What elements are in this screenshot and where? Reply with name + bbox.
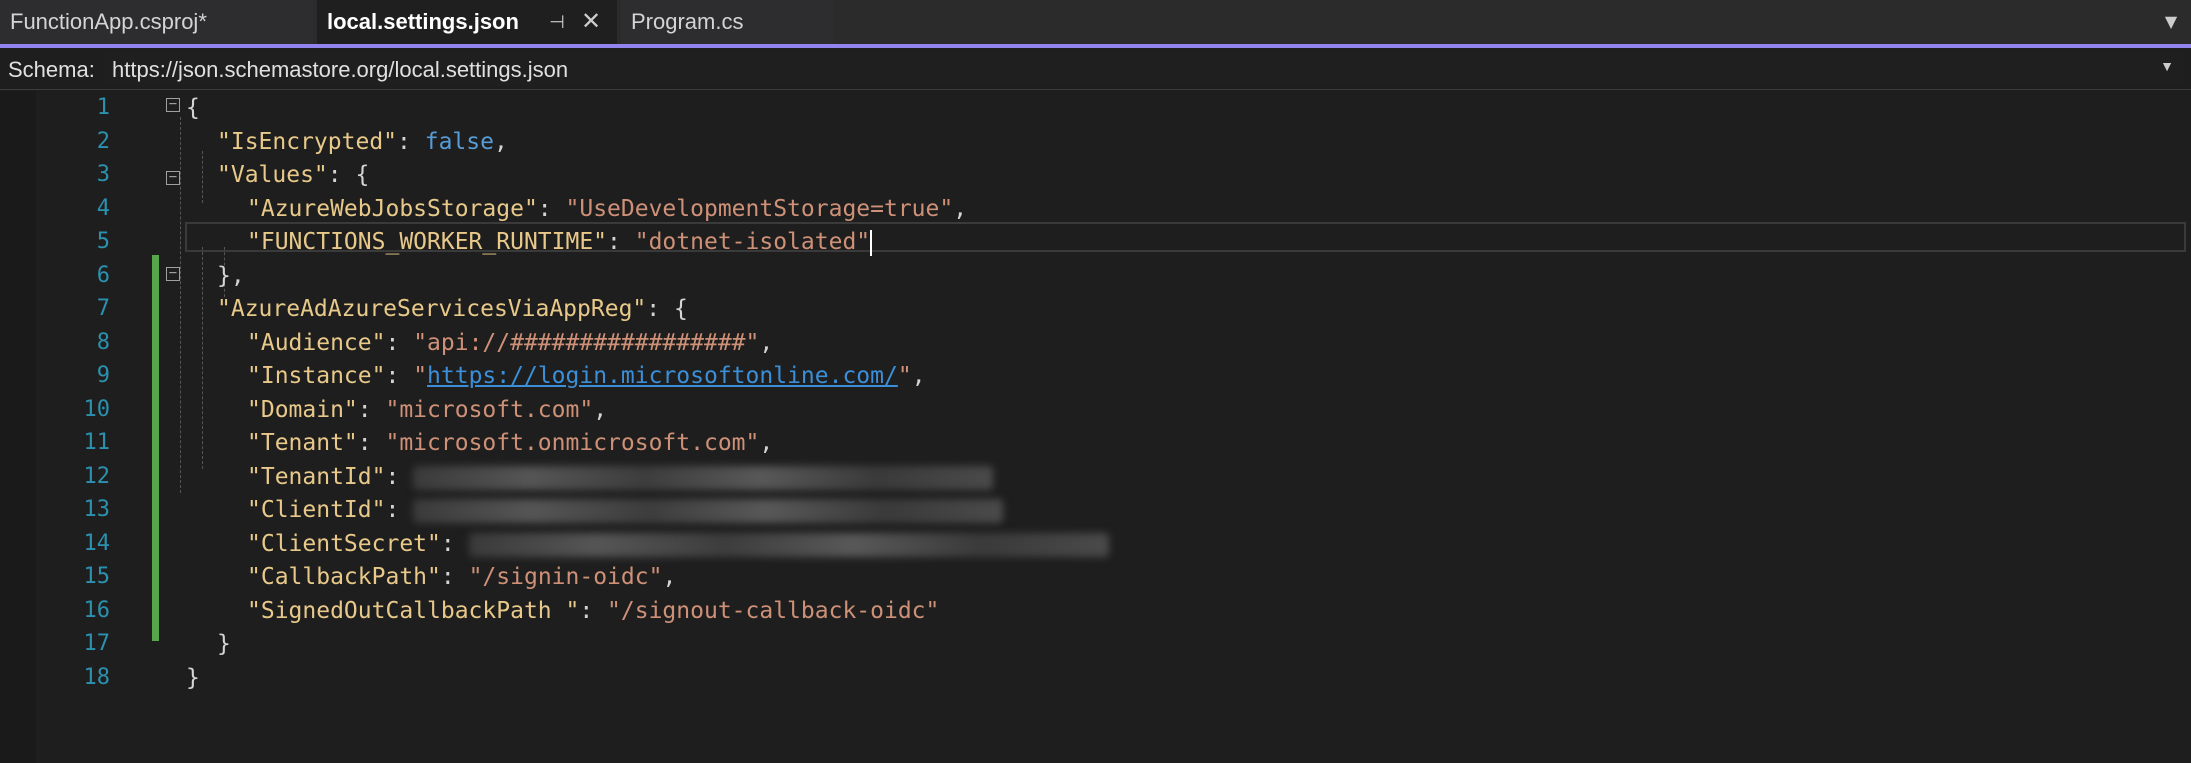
schema-bar: Schema: https://json.schemastore.org/loc…	[0, 48, 2191, 90]
line-number: 15	[83, 564, 111, 589]
json-string: "api://#################"	[413, 330, 760, 356]
close-icon[interactable]: ✕	[579, 10, 603, 34]
json-key: "Tenant"	[247, 430, 358, 456]
pin-icon[interactable]: ⊣	[547, 12, 567, 32]
tab-functionapp-csproj[interactable]: FunctionApp.csproj*	[0, 0, 313, 44]
line-number: 11	[83, 430, 111, 455]
line-number: 7	[96, 296, 110, 321]
line-number: 3	[96, 162, 110, 187]
document-tab-strip: FunctionApp.csproj* local.settings.json …	[0, 0, 2191, 44]
instance-url-link[interactable]: https://login.microsoftonline.com/	[427, 363, 898, 389]
code-line: 18 }	[0, 661, 2191, 695]
line-number: 10	[83, 397, 111, 422]
token: }	[186, 665, 200, 691]
line-number: 14	[83, 531, 111, 556]
code-line: 5 "FUNCTIONS_WORKER_RUNTIME": "dotnet-is…	[0, 225, 2191, 259]
code-line: 16 "SignedOutCallbackPath ": "/signout-c…	[0, 594, 2191, 628]
line-number: 4	[96, 196, 110, 221]
json-key: "Domain"	[247, 397, 358, 423]
redacted-value	[413, 465, 994, 490]
json-boolean: false	[424, 129, 494, 155]
code-line: 1 {	[0, 91, 2191, 125]
code-line: 4 "AzureWebJobsStorage": "UseDevelopment…	[0, 192, 2191, 226]
line-number: 18	[83, 665, 111, 690]
line-number: 5	[96, 229, 110, 254]
tab-overflow-chevron-icon[interactable]: ▼	[2159, 10, 2183, 34]
json-key: "SignedOutCallbackPath "	[247, 598, 580, 624]
line-number: 12	[83, 464, 111, 489]
json-string: "dotnet-isolated"	[634, 229, 871, 255]
tab-label: FunctionApp.csproj*	[10, 9, 207, 34]
chevron-down-icon[interactable]: ▼	[2160, 58, 2174, 74]
line-number: 16	[83, 598, 111, 623]
tab-label: local.settings.json	[327, 9, 519, 34]
schema-url: https://json.schemastore.org/local.setti…	[112, 57, 569, 82]
json-string: "microsoft.onmicrosoft.com"	[385, 430, 760, 456]
json-key: "Values"	[217, 162, 328, 188]
code-line: 9 "Instance": "https://login.microsofton…	[0, 359, 2191, 393]
tab-label: Program.cs	[631, 9, 744, 34]
line-number: 8	[96, 330, 110, 355]
json-key: "ClientId"	[247, 497, 386, 523]
json-string: "/signin-oidc"	[468, 564, 663, 590]
code-editor[interactable]: − − − 1 { 2 "IsEncrypted": false, 3 "Val…	[0, 91, 2191, 763]
token: {	[355, 162, 370, 188]
code-line: 3 "Values": {	[0, 158, 2191, 192]
code-line: 13 "ClientId":	[0, 493, 2191, 527]
json-key: "AzureAdAzureServicesViaAppReg"	[217, 296, 647, 322]
json-key: "TenantId"	[247, 464, 386, 490]
token: }	[217, 631, 231, 657]
token: {	[186, 95, 200, 121]
redacted-value	[468, 532, 1109, 557]
json-key: "AzureWebJobsStorage"	[247, 196, 538, 222]
code-line: 10 "Domain": "microsoft.com",	[0, 393, 2191, 427]
code-line: 15 "CallbackPath": "/signin-oidc",	[0, 560, 2191, 594]
json-string: "microsoft.com"	[385, 397, 594, 423]
token: },	[217, 263, 245, 289]
schema-label: Schema:	[8, 57, 95, 82]
code-line: 17 }	[0, 627, 2191, 661]
json-key: "ClientSecret"	[247, 531, 441, 557]
line-number: 1	[96, 95, 110, 120]
json-string: "/signout-callback-oidc"	[607, 598, 940, 624]
json-key: "Audience"	[247, 330, 386, 356]
code-line: 8 "Audience": "api://#################",	[0, 326, 2191, 360]
tab-program-cs[interactable]: Program.cs	[621, 0, 834, 44]
redacted-value	[413, 498, 1004, 523]
line-number: 13	[83, 497, 111, 522]
line-number: 9	[96, 363, 110, 388]
code-line: 6 },	[0, 259, 2191, 293]
code-line: 14 "ClientSecret":	[0, 527, 2191, 561]
line-number: 6	[96, 263, 110, 288]
schema-url-combobox[interactable]: https://json.schemastore.org/local.setti…	[104, 50, 2184, 86]
code-line: 11 "Tenant": "microsoft.onmicrosoft.com"…	[0, 426, 2191, 460]
line-number: 17	[83, 631, 111, 656]
line-number: 2	[96, 129, 110, 154]
json-key: "CallbackPath"	[247, 564, 441, 590]
json-key: "Instance"	[247, 363, 386, 389]
code-line: 7 "AzureAdAzureServicesViaAppReg": {	[0, 292, 2191, 326]
code-line: 12 "TenantId":	[0, 460, 2191, 494]
token: {	[673, 296, 688, 322]
tab-local-settings-json[interactable]: local.settings.json ⊣ ✕	[317, 0, 617, 44]
text-caret	[870, 229, 873, 256]
json-key: "FUNCTIONS_WORKER_RUNTIME"	[247, 229, 608, 255]
code-line: 2 "IsEncrypted": false,	[0, 125, 2191, 159]
json-string: "UseDevelopmentStorage=true"	[565, 196, 954, 222]
json-key: "IsEncrypted"	[217, 129, 398, 155]
